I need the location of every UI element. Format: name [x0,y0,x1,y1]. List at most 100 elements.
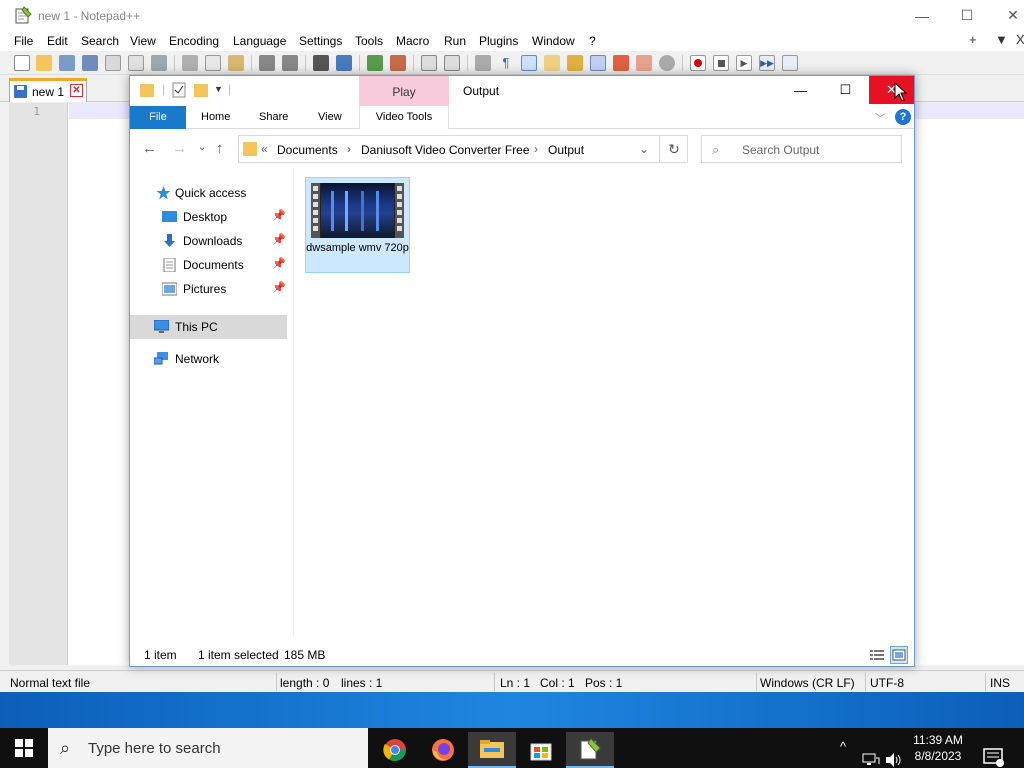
undo-icon[interactable] [259,55,275,71]
explorer-minimize-button[interactable]: — [778,76,823,104]
help-icon[interactable]: ? [895,109,911,125]
nav-documents[interactable]: Documents 📌 [130,253,288,277]
macro-save-icon[interactable] [782,55,798,71]
network-tray-icon[interactable] [862,740,880,768]
macro-stop-icon[interactable] [713,55,729,71]
close-file-icon[interactable] [105,55,121,71]
properties-check-icon[interactable] [172,82,186,98]
volume-tray-icon[interactable] [885,740,903,768]
back-arrow-icon[interactable]: ← [142,140,157,157]
save-icon[interactable] [59,55,75,71]
taskbar-clock[interactable]: 11:39 AM 8/8/2023 [906,732,970,764]
pin-icon[interactable]: 📌 [272,257,286,270]
address-dropdown-icon[interactable]: ⌄ [639,142,649,156]
taskbar-search-box[interactable]: ⌕ Type here to search [48,728,368,768]
search-box[interactable]: ⌕ Search Output [701,135,902,163]
macro-play-icon[interactable]: ▶ [736,55,752,71]
menu-settings[interactable]: Settings [299,34,342,48]
close-document-icon[interactable]: X [1016,32,1024,47]
paste-icon[interactable] [228,55,244,71]
nav-desktop[interactable]: Desktop 📌 [130,205,288,229]
ribbon-tab-view[interactable]: View [304,106,356,129]
breadcrumb-output[interactable]: Output [548,143,584,157]
microsoft-store-taskbar-icon[interactable] [517,732,565,768]
menu-tools[interactable]: Tools [355,34,383,48]
zoom-in-icon[interactable] [367,55,383,71]
tab-new-1[interactable]: new 1 ✕ [9,78,87,102]
show-hidden-icons-chevron-icon[interactable]: ^ [840,739,846,768]
menu-macro[interactable]: Macro [396,34,429,48]
show-all-chars-icon[interactable]: ¶ [498,55,514,71]
refresh-icon[interactable]: ↻ [659,135,688,163]
udl-icon[interactable] [544,55,560,71]
nav-pictures[interactable]: Pictures 📌 [130,277,288,301]
redo-icon[interactable] [282,55,298,71]
word-wrap-icon[interactable] [475,55,491,71]
copy-icon[interactable] [205,55,221,71]
monitoring-icon[interactable] [659,55,675,71]
status-encoding[interactable]: UTF-8 [870,676,904,690]
menu-window[interactable]: Window [532,34,575,48]
notification-center-icon[interactable] [983,738,1005,768]
new-tab-plus-icon[interactable]: + [969,32,977,47]
menu-language[interactable]: Language [233,34,286,48]
notepadpp-close-button[interactable]: ✕ [990,0,1024,31]
doc-list-icon[interactable] [590,55,606,71]
menu-plugins[interactable]: Plugins [479,34,518,48]
nav-downloads[interactable]: Downloads 📌 [130,229,288,253]
indent-guide-icon[interactable] [521,55,537,71]
status-eol[interactable]: Windows (CR LF) [760,676,855,690]
quick-access-dropdown-icon[interactable]: ▼ [214,84,223,94]
file-explorer-taskbar-icon[interactable] [468,732,516,768]
large-icons-view-icon[interactable] [890,646,908,664]
macro-record-icon[interactable] [690,55,706,71]
details-view-icon[interactable] [868,646,886,664]
breadcrumb-documents[interactable]: Documents [277,143,338,157]
file-item-video[interactable]: dwsample wmv 720p [305,177,410,273]
new-folder-icon[interactable] [194,82,208,98]
breadcrumb-daniusoft[interactable]: Daniusoft Video Converter Free [361,143,530,157]
function-list-icon[interactable] [613,55,629,71]
notepadpp-maximize-button[interactable]: ☐ [944,0,990,31]
ribbon-tab-file[interactable]: File [130,106,186,129]
menu-file[interactable]: File [14,34,33,48]
sync-vertical-icon[interactable] [421,55,437,71]
macro-run-multiple-icon[interactable]: ▶▶ [759,55,775,71]
ribbon-tab-video-tools[interactable]: Video Tools [359,106,449,129]
start-button[interactable] [0,728,48,768]
notepadpp-taskbar-icon[interactable] [566,732,614,768]
menu-search[interactable]: Search [81,34,119,48]
file-list-pane[interactable]: dwsample wmv 720p [295,169,914,637]
zoom-out-icon[interactable] [390,55,406,71]
save-all-icon[interactable] [82,55,98,71]
sync-horizontal-icon[interactable] [444,55,460,71]
pin-icon[interactable]: 📌 [272,209,286,222]
pin-icon[interactable]: 📌 [272,281,286,294]
recent-locations-chevron-icon[interactable]: ⌄ [198,142,206,153]
close-all-icon[interactable] [128,55,144,71]
tab-list-dropdown-icon[interactable]: ▼ [995,32,1008,47]
find-icon[interactable] [313,55,329,71]
menu-run[interactable]: Run [444,34,466,48]
pin-icon[interactable]: 📌 [272,233,286,246]
expand-ribbon-chevron-icon[interactable]: ﹀ [875,110,886,126]
status-insert-mode[interactable]: INS [990,676,1010,690]
open-file-icon[interactable] [36,55,52,71]
tab-close-icon[interactable]: ✕ [70,84,83,97]
menu-view[interactable]: View [130,34,156,48]
cut-icon[interactable] [182,55,198,71]
ribbon-tab-home[interactable]: Home [187,106,244,129]
ribbon-tab-share[interactable]: Share [245,106,302,129]
folder-workspace-icon[interactable] [636,55,652,71]
breadcrumb-separator-icon[interactable]: › [347,142,351,156]
breadcrumb-separator-icon[interactable]: › [534,142,538,156]
firefox-taskbar-icon[interactable] [419,732,467,768]
nav-this-pc[interactable]: This PC [130,315,287,339]
nav-quick-access[interactable]: Quick access [130,181,288,205]
menu-help[interactable]: ? [589,34,596,48]
forward-arrow-icon[interactable]: → [172,140,187,157]
address-bar[interactable]: « Documents › Daniusoft Video Converter … [238,135,688,163]
breadcrumb-overflow-icon[interactable]: « [261,142,268,156]
print-icon[interactable] [151,55,167,71]
new-file-icon[interactable] [14,55,30,71]
